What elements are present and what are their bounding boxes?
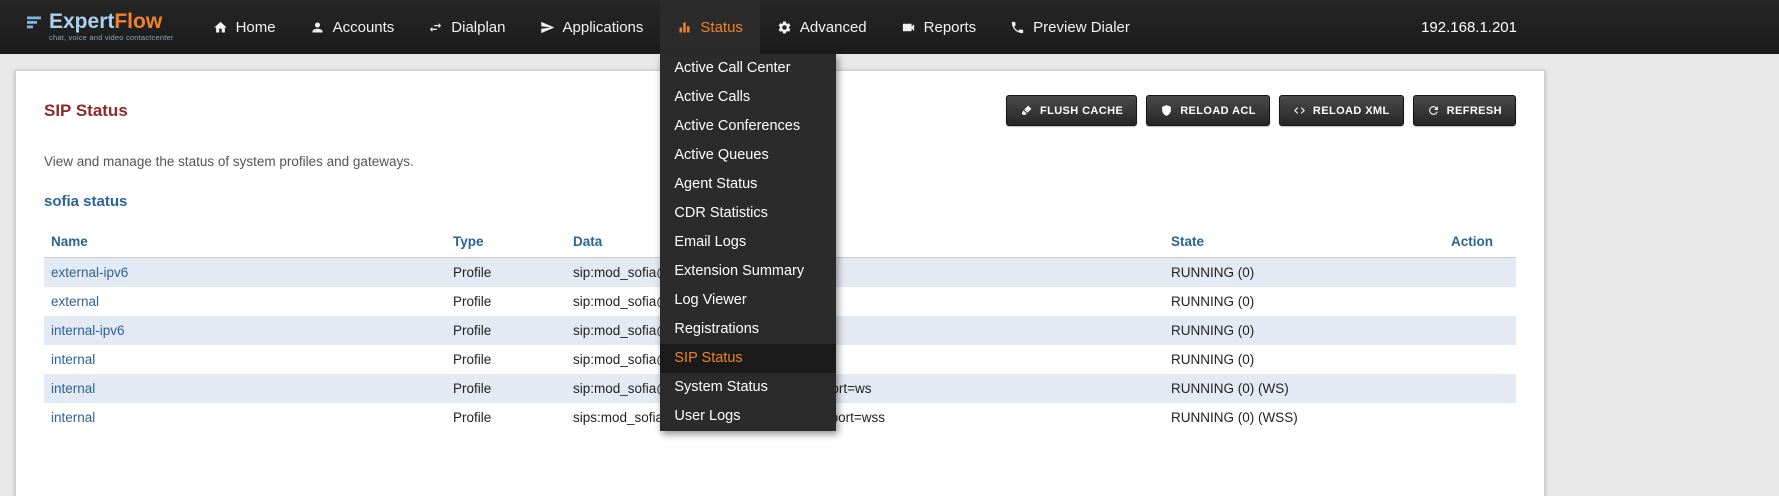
nav-item-accounts[interactable]: Accounts — [293, 0, 412, 54]
logo-tagline: chat, voice and video contactcenter — [49, 33, 174, 42]
data-cell: sip:mod_sofia@[::1]:5060 — [566, 316, 1164, 345]
code-icon — [1293, 104, 1306, 117]
server-ip: 192.168.1.201 — [1421, 19, 1517, 36]
phone-icon — [1010, 20, 1025, 35]
toolbar: FLUSH CACHE RELOAD ACL RELOAD XML REFRES… — [1006, 95, 1516, 126]
menu-item-log-viewer[interactable]: Log Viewer — [660, 286, 836, 315]
nav-item-label: Status — [700, 19, 743, 36]
reload-xml-button[interactable]: RELOAD XML — [1279, 95, 1404, 126]
shield-icon — [1160, 104, 1173, 117]
reload-acl-button[interactable]: RELOAD ACL — [1146, 95, 1270, 126]
state-cell: RUNNING (0) (WSS) — [1164, 403, 1444, 432]
menu-item-email-logs[interactable]: Email Logs — [660, 228, 836, 257]
person-icon — [310, 20, 325, 35]
column-header-data: Data — [566, 226, 1164, 258]
data-cell: sip:mod_sofia@192.168.1.201:5060 — [566, 345, 1164, 374]
type-cell: Profile — [446, 403, 566, 432]
type-cell: Profile — [446, 287, 566, 316]
menu-item-active-calls[interactable]: Active Calls — [660, 83, 836, 112]
swap-arrows-icon — [428, 20, 443, 35]
flush-cache-button[interactable]: FLUSH CACHE — [1006, 95, 1137, 126]
home-icon — [213, 20, 228, 35]
state-cell: RUNNING (0) (WS) — [1164, 374, 1444, 403]
state-cell: RUNNING (0) — [1164, 258, 1444, 288]
menu-item-active-call-center[interactable]: Active Call Center — [660, 54, 836, 83]
menu-item-sip-status[interactable]: SIP Status — [660, 344, 836, 373]
column-header-name: Name — [44, 226, 446, 258]
navbar: ExpertFlow chat, voice and video contact… — [0, 0, 1779, 54]
button-label: RELOAD XML — [1313, 105, 1390, 117]
profile-link[interactable]: internal-ipv6 — [51, 323, 125, 338]
profile-link[interactable]: internal — [51, 410, 95, 425]
logo-icon — [26, 13, 44, 31]
menu-item-active-queues[interactable]: Active Queues — [660, 141, 836, 170]
refresh-button[interactable]: REFRESH — [1413, 95, 1516, 126]
profile-link[interactable]: external-ipv6 — [51, 265, 128, 280]
nav-item-label: Reports — [924, 19, 977, 36]
profile-link[interactable]: internal — [51, 352, 95, 367]
video-icon — [901, 20, 916, 35]
button-label: FLUSH CACHE — [1040, 105, 1123, 117]
button-label: RELOAD ACL — [1180, 105, 1256, 117]
data-cell: sip:mod_sofia@192.168.1.201:5080 — [566, 287, 1164, 316]
nav-item-dialplan[interactable]: Dialplan — [411, 0, 522, 54]
menu-item-cdr-statistics[interactable]: CDR Statistics — [660, 199, 836, 228]
data-cell: sips:mod_sofia@192.168.1.201:7443;transp… — [566, 403, 1164, 432]
type-cell: Profile — [446, 374, 566, 403]
button-label: REFRESH — [1447, 105, 1502, 117]
paper-plane-icon — [540, 20, 555, 35]
data-cell: sip:mod_sofia@[::1]:5080 — [566, 258, 1164, 288]
nav-item-applications[interactable]: Applications — [523, 0, 661, 54]
nav-item-home[interactable]: Home — [196, 0, 293, 54]
logo[interactable]: ExpertFlow chat, voice and video contact… — [26, 0, 174, 54]
nav-item-label: Accounts — [333, 19, 395, 36]
action-cell — [1444, 258, 1516, 288]
state-cell: RUNNING (0) — [1164, 345, 1444, 374]
nav-item-preview-dialer[interactable]: Preview Dialer — [993, 0, 1147, 54]
nav-item-label: Advanced — [800, 19, 867, 36]
column-header-state: State — [1164, 226, 1444, 258]
profile-link[interactable]: external — [51, 294, 99, 309]
refresh-icon — [1427, 104, 1440, 117]
menu-item-active-conferences[interactable]: Active Conferences — [660, 112, 836, 141]
nav-item-label: Preview Dialer — [1033, 19, 1130, 36]
action-cell — [1444, 287, 1516, 316]
logo-text: ExpertFlow — [49, 12, 162, 32]
column-header-action: Action — [1444, 226, 1516, 258]
nav-item-reports[interactable]: Reports — [884, 0, 994, 54]
profile-link[interactable]: internal — [51, 381, 95, 396]
nav-item-label: Applications — [563, 19, 644, 36]
nav-item-advanced[interactable]: Advanced — [760, 0, 884, 54]
gear-icon — [777, 20, 792, 35]
state-cell: RUNNING (0) — [1164, 287, 1444, 316]
action-cell — [1444, 345, 1516, 374]
type-cell: Profile — [446, 258, 566, 288]
menu-item-extension-summary[interactable]: Extension Summary — [660, 257, 836, 286]
state-cell: RUNNING (0) — [1164, 316, 1444, 345]
nav-item-status[interactable]: Status Active Call Center Active Calls A… — [660, 0, 760, 54]
page-title: SIP Status — [44, 101, 128, 121]
menu-item-user-logs[interactable]: User Logs — [660, 402, 836, 431]
action-cell — [1444, 374, 1516, 403]
type-cell: Profile — [446, 316, 566, 345]
nav-item-label: Home — [236, 19, 276, 36]
nav-item-label: Dialplan — [451, 19, 505, 36]
action-cell — [1444, 316, 1516, 345]
type-cell: Profile — [446, 345, 566, 374]
column-header-type: Type — [446, 226, 566, 258]
nav-items: Home Accounts Dialplan Applications Stat… — [196, 0, 1147, 54]
menu-item-agent-status[interactable]: Agent Status — [660, 170, 836, 199]
menu-item-system-status[interactable]: System Status — [660, 373, 836, 402]
bar-chart-icon — [677, 20, 692, 35]
eraser-icon — [1020, 104, 1033, 117]
action-cell — [1444, 403, 1516, 432]
menu-item-registrations[interactable]: Registrations — [660, 315, 836, 344]
data-cell: sip:mod_sofia@192.168.1.201:5072;transpo… — [566, 374, 1164, 403]
status-dropdown-menu: Active Call Center Active Calls Active C… — [660, 54, 836, 431]
